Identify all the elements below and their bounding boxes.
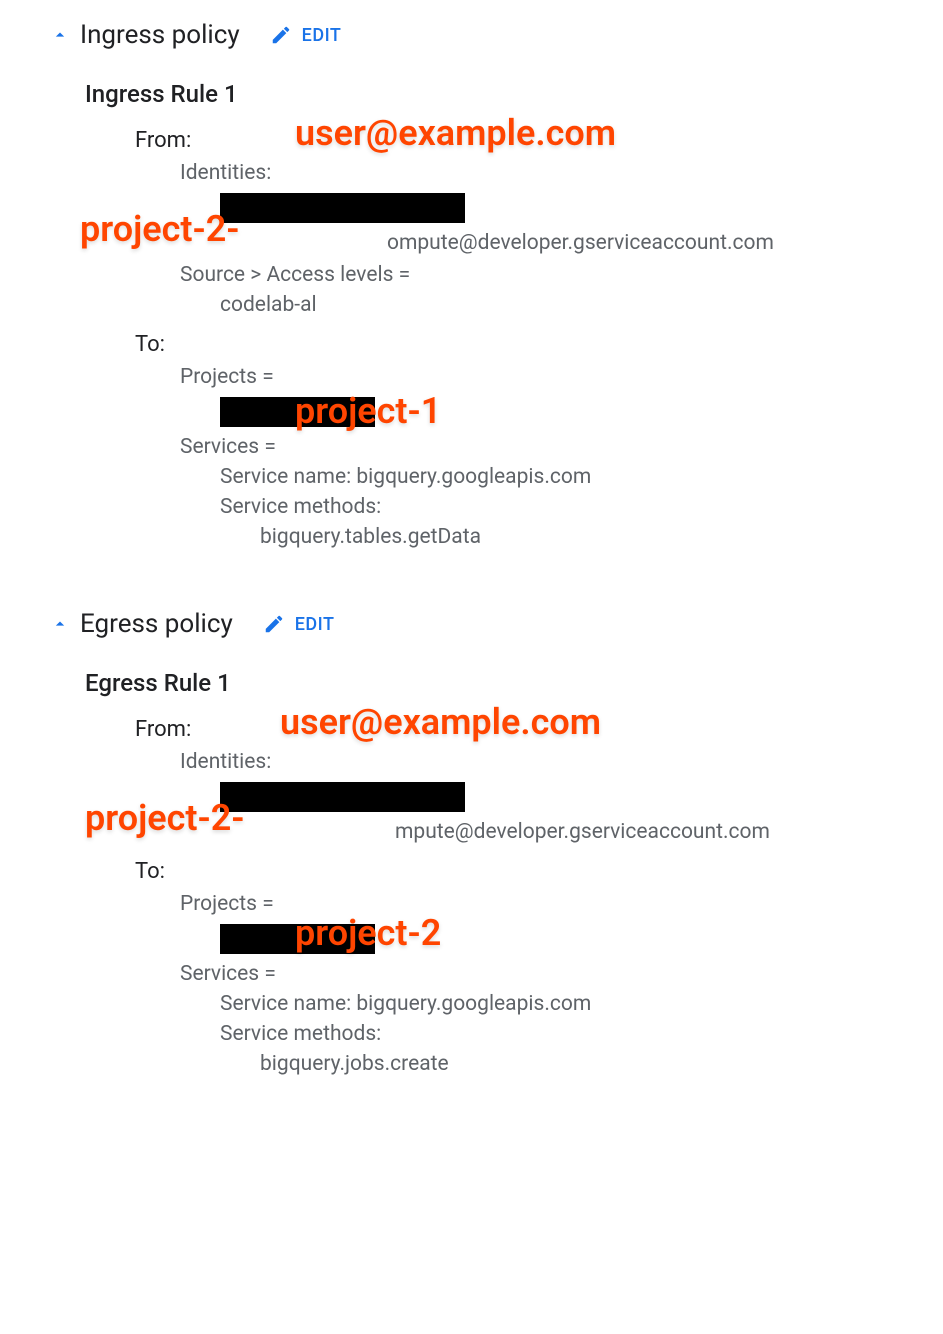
pencil-icon xyxy=(270,24,292,46)
redacted-identity-row xyxy=(85,193,943,223)
chevron-up-icon[interactable] xyxy=(50,614,70,634)
chevron-up-icon[interactable] xyxy=(50,25,70,45)
sa-suffix: ompute@developer.gserviceaccount.com xyxy=(387,231,774,255)
redacted-block xyxy=(220,924,375,954)
redacted-block xyxy=(220,782,465,812)
egress-edit-button[interactable]: EDIT xyxy=(263,613,335,635)
ingress-policy-section: Ingress policy EDIT Ingress Rule 1 From:… xyxy=(0,20,943,549)
from-label: From: xyxy=(85,128,943,153)
egress-rule-block: Egress Rule 1 From: user@example.com Ide… xyxy=(0,669,943,1076)
egress-policy-section: Egress policy EDIT Egress Rule 1 From: u… xyxy=(0,609,943,1076)
projects-label: Projects = xyxy=(85,892,943,916)
ingress-header: Ingress policy EDIT xyxy=(0,20,943,50)
edit-label: EDIT xyxy=(295,614,335,635)
redacted-block xyxy=(220,193,465,223)
redacted-project-row xyxy=(85,397,943,427)
service-methods-label: Service methods: xyxy=(85,495,943,519)
to-label: To: xyxy=(85,332,943,357)
redacted-identity-row xyxy=(85,782,943,812)
service-method: bigquery.jobs.create xyxy=(85,1052,943,1076)
sa-suffix: mpute@developer.gserviceaccount.com xyxy=(395,820,770,844)
edit-label: EDIT xyxy=(302,25,342,46)
pencil-icon xyxy=(263,613,285,635)
service-methods-label: Service methods: xyxy=(85,1022,943,1046)
egress-title: Egress policy xyxy=(80,609,233,639)
redacted-project-row xyxy=(85,924,943,954)
to-label: To: xyxy=(85,859,943,884)
source-levels-label: Source > Access levels = xyxy=(85,263,943,287)
service-account-row: ompute@developer.gserviceaccount.com xyxy=(85,231,943,255)
service-name: Service name: bigquery.googleapis.com xyxy=(85,465,943,489)
access-level-value: codelab-al xyxy=(85,293,943,317)
service-name: Service name: bigquery.googleapis.com xyxy=(85,992,943,1016)
ingress-title: Ingress policy xyxy=(80,20,240,50)
projects-label: Projects = xyxy=(85,365,943,389)
ingress-rule-block: Ingress Rule 1 From: user@example.com Id… xyxy=(0,80,943,549)
service-method: bigquery.tables.getData xyxy=(85,525,943,549)
ingress-edit-button[interactable]: EDIT xyxy=(270,24,342,46)
identities-label: Identities: xyxy=(85,750,943,774)
egress-header: Egress policy EDIT xyxy=(0,609,943,639)
services-label: Services = xyxy=(85,435,943,459)
identities-label: Identities: xyxy=(85,161,943,185)
egress-rule-title: Egress Rule 1 xyxy=(85,669,943,697)
redacted-block xyxy=(220,397,375,427)
service-account-row: mpute@developer.gserviceaccount.com xyxy=(85,820,943,844)
from-label: From: xyxy=(85,717,943,742)
ingress-rule-title: Ingress Rule 1 xyxy=(85,80,943,108)
services-label: Services = xyxy=(85,962,943,986)
